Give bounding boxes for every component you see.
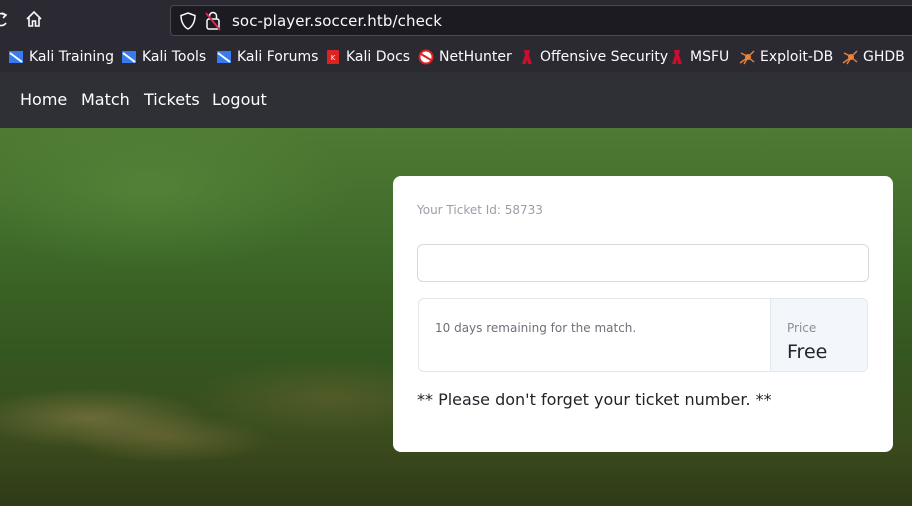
- bookmark-label: Kali Forums: [237, 49, 319, 65]
- ticket-card: Your Ticket Id: 58733 10 days remaining …: [393, 176, 893, 452]
- bookmark-label: Kali Training: [29, 49, 114, 65]
- bookmarks-toolbar: Kali Training Kali Tools Kali Forums K K…: [0, 42, 912, 72]
- ticket-check-input[interactable]: [417, 244, 869, 282]
- bookmark-label: GHDB: [863, 49, 905, 65]
- site-navbar: Home Match Tickets Logout: [0, 72, 912, 128]
- nav-link-logout[interactable]: Logout: [212, 90, 267, 109]
- kali-docs-icon: K: [327, 50, 339, 64]
- bookmark-kali-tools[interactable]: Kali Tools: [121, 46, 206, 68]
- bookmark-ghdb[interactable]: GHDB: [842, 46, 905, 68]
- bookmark-msfu[interactable]: MSFU: [669, 46, 729, 68]
- browser-toolbar: soc-player.soccer.htb/check: [0, 0, 912, 42]
- bookmark-label: Offensive Security: [540, 49, 669, 65]
- nethunter-icon: [418, 49, 434, 65]
- days-remaining-text: 10 days remaining for the match.: [435, 321, 637, 335]
- bookmark-nethunter[interactable]: NetHunter: [418, 46, 512, 68]
- price-value: Free: [787, 341, 828, 363]
- home-icon[interactable]: [25, 10, 43, 28]
- bookmark-exploit-db[interactable]: Exploit-DB: [739, 46, 833, 68]
- match-info-box: 10 days remaining for the match. Price F…: [418, 298, 868, 372]
- kali-dragon-icon: [217, 51, 231, 63]
- insecure-lock-icon[interactable]: [205, 11, 221, 31]
- kali-dragon-icon: [122, 51, 136, 63]
- bookmark-kali-docs[interactable]: K Kali Docs: [325, 46, 410, 68]
- bookmark-kali-training[interactable]: Kali Training: [8, 46, 114, 68]
- reload-icon[interactable]: [0, 11, 8, 27]
- nav-link-match[interactable]: Match: [81, 90, 130, 109]
- bookmark-offensive-security[interactable]: Offensive Security: [519, 46, 668, 68]
- offsec-icon: [522, 50, 532, 64]
- bookmark-label: Exploit-DB: [760, 49, 834, 65]
- bookmark-kali-forums[interactable]: Kali Forums: [216, 46, 318, 68]
- exploitdb-spider-icon: [842, 50, 858, 65]
- exploitdb-spider-icon: [739, 50, 755, 65]
- bookmark-label: Kali Docs: [346, 49, 411, 65]
- shield-icon[interactable]: [180, 12, 196, 30]
- url-text[interactable]: soc-player.soccer.htb/check: [232, 12, 442, 30]
- ticket-id-text: Your Ticket Id: 58733: [417, 203, 543, 217]
- nav-link-home[interactable]: Home: [20, 90, 67, 109]
- nav-link-tickets[interactable]: Tickets: [144, 90, 200, 109]
- bookmark-label: MSFU: [690, 49, 730, 65]
- bookmark-label: Kali Tools: [142, 49, 207, 65]
- ticket-reminder-text: ** Please don't forget your ticket numbe…: [417, 390, 772, 409]
- price-label: Price: [787, 321, 817, 335]
- price-pane: Price Free: [770, 299, 867, 371]
- svg-text:K: K: [331, 54, 336, 62]
- offsec-icon: [672, 50, 682, 64]
- kali-dragon-icon: [9, 51, 23, 63]
- bookmark-label: NetHunter: [439, 49, 512, 65]
- address-bar[interactable]: soc-player.soccer.htb/check: [170, 5, 912, 36]
